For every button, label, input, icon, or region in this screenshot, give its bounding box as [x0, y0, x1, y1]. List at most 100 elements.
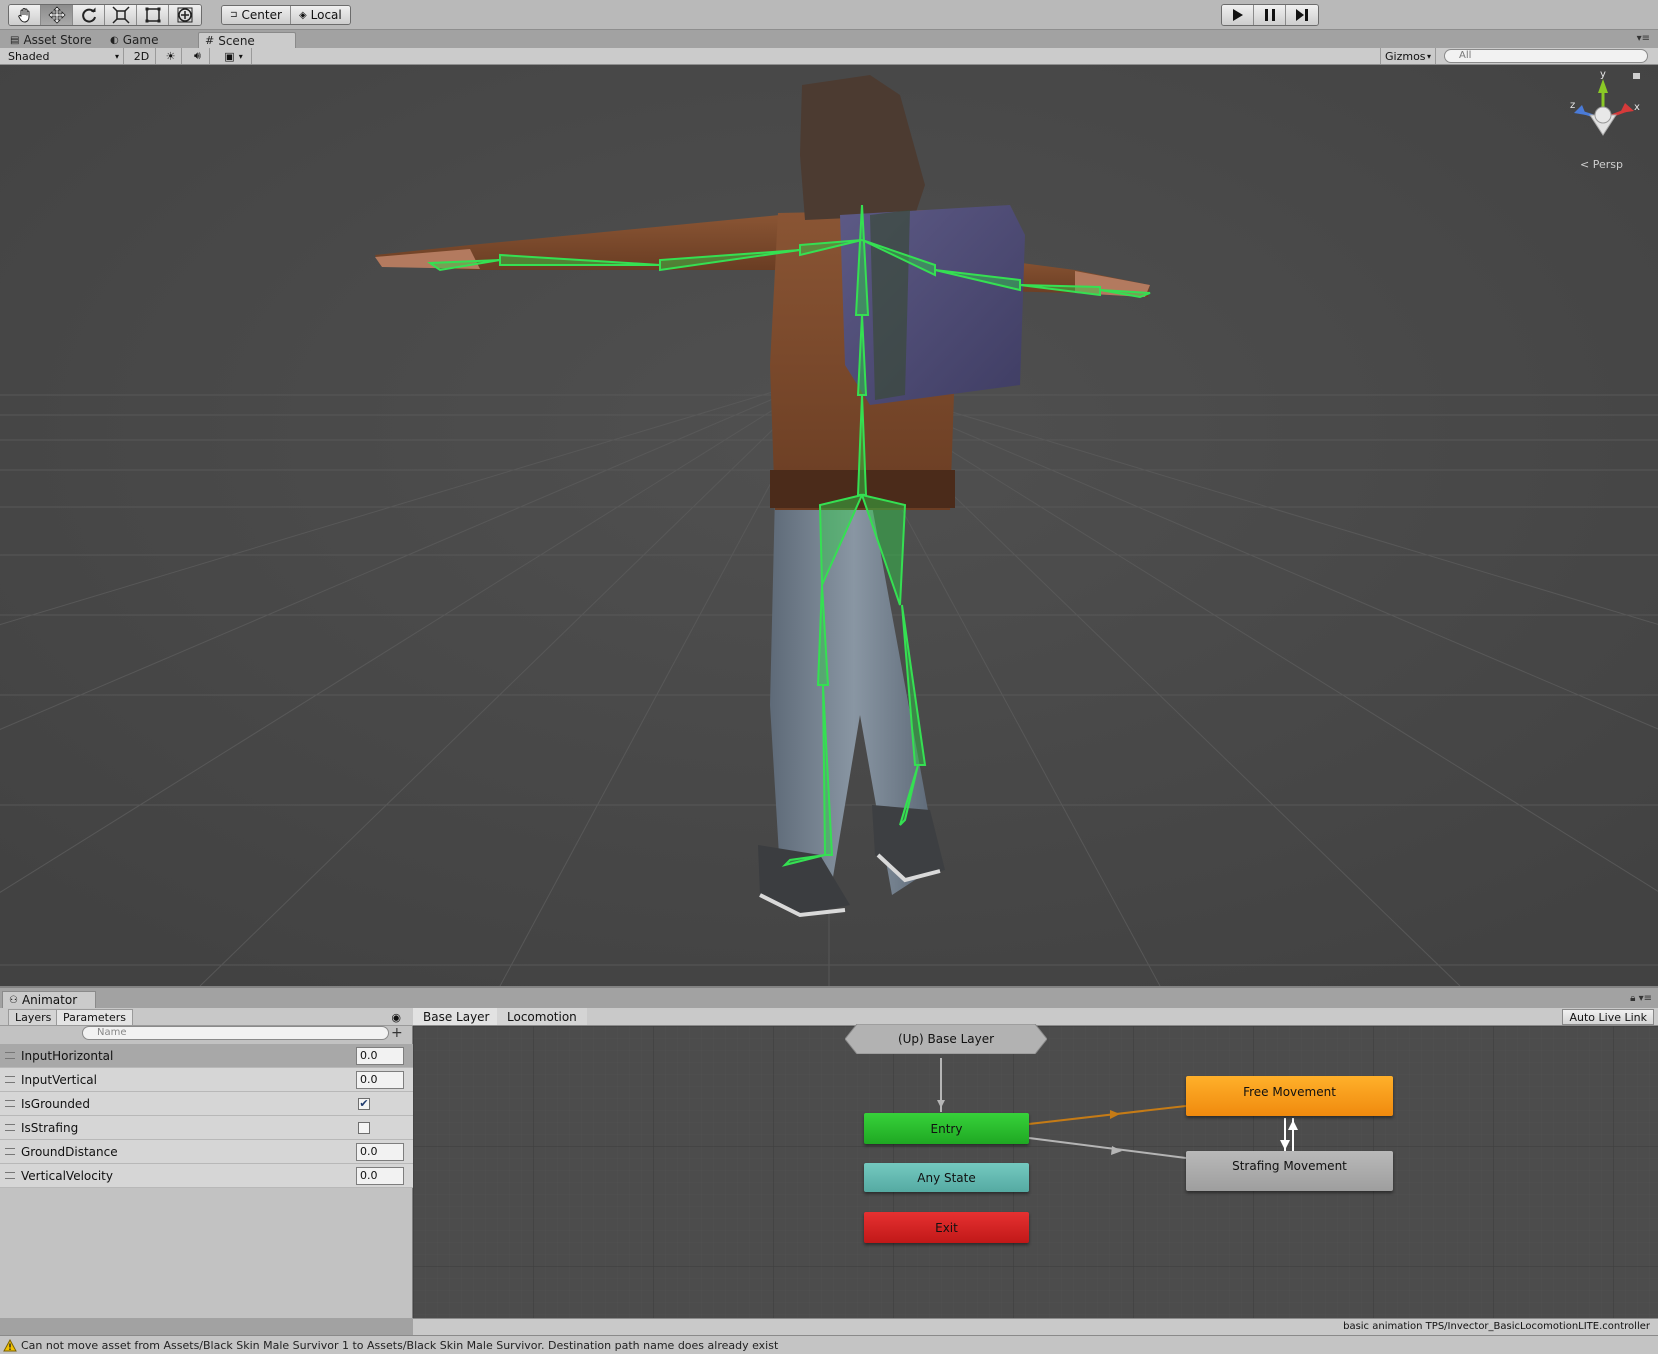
game-icon: ◐ [110, 34, 119, 46]
shading-mode-dropdown[interactable]: Shaded ▾ [4, 48, 124, 64]
parameter-row[interactable]: GroundDistance 0.0 [0, 1140, 413, 1164]
tab-game[interactable]: ◐ Game [104, 32, 164, 48]
image-icon: ▣ [224, 49, 235, 63]
gizmos-dropdown[interactable]: Gizmos ▾ [1380, 48, 1436, 64]
toggle-2d-button[interactable]: 2D [128, 48, 156, 64]
drag-handle-icon[interactable] [5, 1076, 15, 1083]
pivot-controls: ⊐ Center ◈ Local [221, 5, 351, 25]
pivot-rotation-button[interactable]: ◈ Local [290, 6, 350, 24]
tab-animator[interactable]: ⚇ Animator [2, 991, 96, 1008]
tab-parameters[interactable]: Parameters [56, 1009, 133, 1025]
parameter-value-input[interactable]: 0.0 [356, 1167, 404, 1185]
transform-all-tool-button[interactable] [169, 5, 201, 25]
state-entry[interactable]: Entry [864, 1113, 1029, 1144]
chevron-down-icon: ▾ [238, 51, 243, 61]
pivot-mode-label: Center [241, 8, 282, 22]
rect-tool-button[interactable] [137, 5, 169, 25]
tab-scene[interactable]: # Scene [198, 32, 296, 48]
console-status-bar[interactable]: Can not move asset from Assets/Black Ski… [0, 1335, 1658, 1354]
scene-grid-icon: # [205, 34, 215, 47]
panel-menu-icon[interactable]: 🔒︎ ▾≡ [1630, 993, 1652, 1004]
state-any-state[interactable]: Any State [864, 1163, 1029, 1192]
projection-label-text: Persp [1592, 158, 1623, 171]
scene-search-input[interactable]: All [1444, 49, 1648, 63]
hand-tool-button[interactable] [9, 5, 41, 25]
breadcrumb-locomotion[interactable]: Locomotion [497, 1008, 587, 1025]
breadcrumb-base-layer[interactable]: Base Layer [413, 1008, 500, 1025]
axis-x-label: x [1634, 102, 1640, 113]
tab-layers[interactable]: Layers [8, 1009, 59, 1025]
parameter-name: IsGrounded [21, 1096, 90, 1111]
drag-handle-icon[interactable] [5, 1148, 15, 1155]
rotate-tool-button[interactable] [73, 5, 105, 25]
axis-y-label: y [1600, 69, 1606, 80]
auto-live-link-button[interactable]: Auto Live Link [1562, 1009, 1654, 1025]
parameter-value-input[interactable]: 0.0 [356, 1047, 404, 1065]
scene-render: y x z [0, 65, 1658, 986]
parameter-checkbox-checked[interactable]: ✔ [358, 1098, 370, 1110]
parameter-value-input[interactable]: 0.0 [356, 1071, 404, 1089]
lighting-toggle[interactable]: ☀ [160, 48, 182, 64]
pause-button[interactable] [1254, 5, 1286, 25]
audio-toggle[interactable]: 🔊︎ [186, 48, 210, 64]
scene-control-bar: Shaded ▾ 2D ☀ 🔊︎ ▣ ▾ Gizmos ▾ All [0, 48, 1658, 65]
scene-viewport[interactable]: y x z < Persp [0, 65, 1658, 986]
tab-game-label: Game [122, 33, 159, 47]
drag-handle-icon[interactable] [5, 1124, 15, 1131]
asset-store-icon: ▤ [10, 34, 20, 46]
eye-icon[interactable]: ◉ [391, 1011, 401, 1024]
effects-dropdown[interactable]: ▣ ▾ [216, 48, 252, 64]
projection-label[interactable]: < Persp [1580, 158, 1623, 171]
parameter-checkbox-unchecked[interactable] [358, 1122, 370, 1134]
main-toolbar: ⊐ Center ◈ Local [0, 0, 1658, 30]
add-parameter-button[interactable]: + [391, 1025, 403, 1041]
speaker-icon: 🔊︎ [194, 49, 201, 62]
tab-menu-icon[interactable]: ▾≡ [1637, 33, 1650, 44]
editor-tabs: ▤ Asset Store ◐ Game # Scene ▾≡ [0, 30, 1658, 48]
tab-asset-store[interactable]: ▤ Asset Store [4, 32, 98, 48]
parameter-search-input[interactable]: Name [82, 1026, 389, 1040]
play-button[interactable] [1222, 5, 1254, 25]
pivot-mode-button[interactable]: ⊐ Center [222, 6, 291, 24]
scale-tool-button[interactable] [105, 5, 137, 25]
step-icon [1296, 9, 1308, 21]
animator-icon: ⚇ [9, 994, 18, 1006]
breadcrumb-label: Locomotion [507, 1009, 577, 1024]
sun-icon: ☀ [165, 49, 176, 63]
state-exit[interactable]: Exit [864, 1212, 1029, 1243]
drag-handle-icon[interactable] [5, 1172, 15, 1179]
parameter-row[interactable]: InputVertical 0.0 [0, 1068, 413, 1092]
state-exit-label: Exit [935, 1220, 958, 1235]
animator-title: Animator [21, 993, 78, 1007]
warning-icon [3, 1338, 17, 1351]
chevron-down-icon: ▾ [1426, 51, 1431, 61]
parameter-row[interactable]: IsStrafing [0, 1116, 413, 1140]
breadcrumb-label: Base Layer [423, 1009, 490, 1024]
parameter-tabs: Layers Parameters ◉ [0, 1008, 413, 1026]
lock-icon[interactable] [1633, 73, 1640, 79]
parameter-row[interactable]: IsGrounded ✔ [0, 1092, 413, 1116]
status-message: Can not move asset from Assets/Black Ski… [21, 1338, 779, 1352]
state-free-movement[interactable]: Free Movement [1186, 1076, 1393, 1116]
parameter-row[interactable]: VerticalVelocity 0.0 [0, 1164, 413, 1188]
state-machine-graph[interactable]: Base Layer Locomotion Auto Live Link (Up… [413, 1008, 1658, 1318]
graph-footer: basic animation TPS/Invector_BasicLocomo… [413, 1318, 1658, 1335]
drag-handle-icon[interactable] [5, 1100, 15, 1107]
state-entry-label: Entry [930, 1121, 963, 1136]
step-button[interactable] [1286, 5, 1318, 25]
pivot-rotation-label: Local [310, 8, 342, 22]
parameter-name: GroundDistance [21, 1144, 118, 1159]
move-tool-button[interactable] [41, 5, 73, 25]
transform-all-icon [177, 7, 193, 23]
pause-icon [1264, 9, 1275, 21]
play-icon [1232, 9, 1243, 21]
state-strafing-movement[interactable]: Strafing Movement [1186, 1151, 1393, 1191]
parameter-value-input[interactable]: 0.0 [356, 1143, 404, 1161]
tab-asset-store-label: Asset Store [23, 33, 92, 47]
up-base-layer-node[interactable] [845, 1024, 1047, 1054]
parameter-name: InputHorizontal [21, 1048, 114, 1063]
tab-scene-label: Scene [218, 33, 255, 48]
graph-grid [413, 1026, 1658, 1318]
parameter-row[interactable]: InputHorizontal 0.0 [0, 1044, 413, 1068]
drag-handle-icon[interactable] [5, 1052, 15, 1059]
